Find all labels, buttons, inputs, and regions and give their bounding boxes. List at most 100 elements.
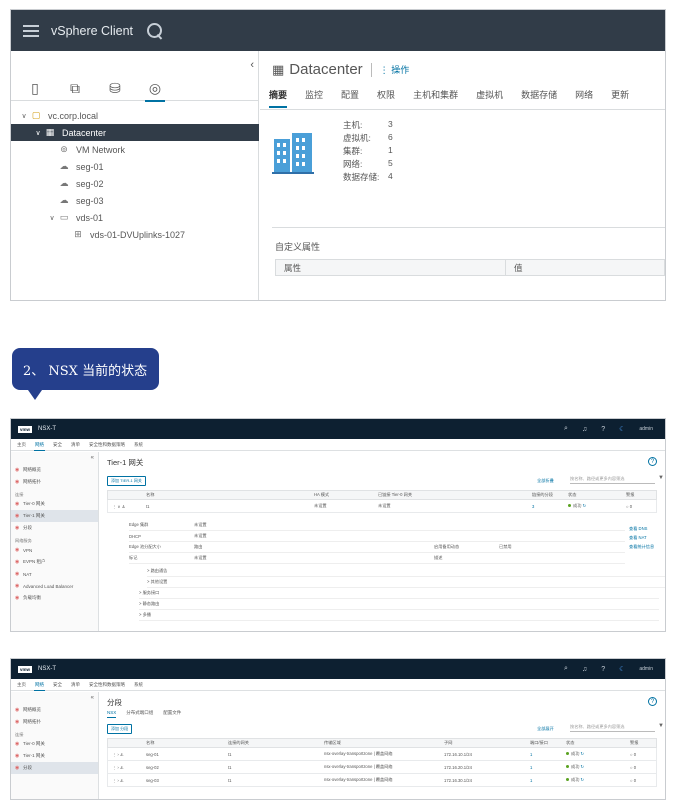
- sidebar-item[interactable]: ◉ Advanced Load Balancer: [11, 580, 98, 592]
- segments-subtab[interactable]: 分布式端口组: [126, 710, 153, 716]
- tree-node[interactable]: ☁ seg-01: [11, 158, 259, 175]
- top-nav-item[interactable]: 安全: [53, 682, 62, 690]
- section-expander[interactable]: > 多播: [139, 610, 659, 621]
- hamburger-menu-icon[interactable]: [23, 24, 39, 37]
- section-expander[interactable]: > 路由通告: [147, 566, 665, 577]
- vms-templates-tab-icon[interactable]: ⧉: [55, 75, 95, 101]
- row-segments[interactable]: 3: [528, 504, 564, 509]
- tree-node[interactable]: ∨ ▦ Datacenter: [11, 124, 259, 141]
- sidebar-item[interactable]: ◉ Tier-1 网关: [11, 750, 98, 762]
- top-nav-item[interactable]: 安全性和数据策略: [89, 442, 125, 450]
- detail-side-link[interactable]: 查看 NAT: [629, 535, 647, 541]
- sidebar-item[interactable]: ◉ 网络拓扑: [11, 476, 98, 488]
- collapse-all-link[interactable]: 全部折叠: [537, 478, 554, 484]
- object-tab[interactable]: 更新: [611, 88, 629, 104]
- tree-node[interactable]: ☁ seg-02: [11, 175, 259, 192]
- sidebar-item[interactable]: ◉ 分段: [11, 762, 98, 774]
- help-circle-icon[interactable]: ?: [648, 697, 657, 706]
- chevron-down-icon[interactable]: ∨: [47, 214, 57, 222]
- tree-node[interactable]: ☁ seg-03: [11, 192, 259, 209]
- collapse-chevron-icon[interactable]: «: [91, 695, 94, 701]
- filter-input[interactable]: 按名称、路径或更多内容筛选: [570, 476, 655, 484]
- help-icon[interactable]: ?: [601, 426, 605, 433]
- add-segment-button[interactable]: 添加 分段: [107, 724, 133, 734]
- sidebar-item[interactable]: ◉ 负载均衡: [11, 592, 98, 604]
- object-tab[interactable]: 摘要: [269, 88, 288, 108]
- row-ports[interactable]: 1: [526, 765, 562, 770]
- chevron-down-icon[interactable]: ∨: [33, 129, 43, 137]
- bell-icon[interactable]: ♫: [582, 426, 587, 433]
- tree-node[interactable]: ∨ ▭ vds-01: [11, 209, 259, 226]
- sidebar-item[interactable]: ◉ Tier-0 网关: [11, 498, 98, 510]
- column-header[interactable]: 警报: [626, 740, 656, 746]
- sidebar-item[interactable]: ◉ NAT: [11, 568, 98, 580]
- column-header-attribute[interactable]: 属性: [276, 260, 506, 275]
- column-header[interactable]: 链接的分段: [528, 492, 564, 498]
- tree-node[interactable]: ∨ ▢ vc.corp.local: [11, 107, 259, 124]
- actions-menu[interactable]: ⋮ 操作: [380, 63, 410, 76]
- column-header[interactable]: 连接的网关: [224, 740, 320, 746]
- help-icon[interactable]: ?: [601, 666, 605, 673]
- row-controls[interactable]: ⋮ › ⚓: [108, 752, 142, 757]
- sidebar-item[interactable]: ◉ Tier-0 网关: [11, 738, 98, 750]
- top-nav-item[interactable]: 清单: [71, 682, 80, 690]
- column-header[interactable]: 端口/接口: [526, 740, 562, 746]
- detail-side-link[interactable]: 查看 DNS: [629, 526, 647, 532]
- top-nav-item[interactable]: 系统: [134, 442, 143, 450]
- object-tab[interactable]: 监控: [305, 88, 323, 104]
- top-nav-item[interactable]: 系统: [134, 682, 143, 690]
- sidebar-item[interactable]: ◉ VPN: [11, 544, 98, 556]
- detail-side-link[interactable]: 查看统计信息: [629, 544, 654, 550]
- column-header[interactable]: 已链接 Tier-0 网关: [374, 492, 528, 498]
- top-nav-item[interactable]: 网络: [34, 442, 45, 451]
- top-nav-item[interactable]: 主页: [17, 442, 26, 450]
- user-menu[interactable]: admin: [639, 666, 653, 672]
- search-icon[interactable]: ⌕: [564, 425, 568, 433]
- row-ports[interactable]: 1: [526, 778, 562, 783]
- refresh-icon[interactable]: ↻: [579, 764, 585, 769]
- tree-node[interactable]: ⊞ vds-01-DVUplinks-1027: [11, 226, 259, 243]
- storage-tab-icon[interactable]: ⛁: [95, 75, 135, 101]
- bell-icon[interactable]: ♫: [582, 666, 587, 673]
- sidebar-item[interactable]: ◉ EVPN 租户: [11, 556, 98, 568]
- table-row[interactable]: ⋮ › ⚓ seg-01 t1 nsx-overlay-transportzone |…: [107, 748, 657, 761]
- object-tab[interactable]: 权限: [377, 88, 395, 104]
- section-expander[interactable]: > 静态路由: [139, 599, 659, 610]
- object-tab[interactable]: 主机和集群: [413, 88, 458, 104]
- top-nav-item[interactable]: 主页: [17, 682, 26, 690]
- row-controls[interactable]: ⋮ › ⚓: [108, 778, 142, 783]
- column-header[interactable]: 状态: [562, 740, 626, 746]
- object-tab[interactable]: 配置: [341, 88, 359, 104]
- segments-subtab[interactable]: 配置文件: [163, 710, 181, 716]
- top-nav-item[interactable]: 安全: [53, 442, 62, 450]
- networking-tab-icon[interactable]: ◎: [135, 75, 175, 102]
- funnel-icon[interactable]: ▼: [658, 475, 664, 481]
- top-nav-item[interactable]: 清单: [71, 442, 80, 450]
- column-header[interactable]: 子网: [440, 740, 526, 746]
- column-header[interactable]: 状态: [564, 492, 622, 498]
- user-menu[interactable]: admin: [639, 426, 653, 432]
- top-nav-item[interactable]: 网络: [34, 682, 45, 691]
- tree-node[interactable]: ⊚ VM Network: [11, 141, 259, 158]
- table-row[interactable]: ⋮ › ⚓ seg-02 t1 nsx-overlay-transportzone |…: [107, 761, 657, 774]
- top-nav-item[interactable]: 安全性和数据策略: [89, 682, 125, 690]
- filter-input[interactable]: 按名称、路径或更多内容筛选: [570, 724, 655, 732]
- section-expander[interactable]: > 服务接口: [139, 588, 659, 599]
- column-header-value[interactable]: 值: [506, 262, 523, 274]
- help-circle-icon[interactable]: ?: [648, 457, 657, 466]
- sidebar-item[interactable]: ◉ Tier-1 网关: [11, 510, 98, 522]
- object-tab[interactable]: 网络: [575, 88, 593, 104]
- column-header[interactable]: HA 模式: [310, 492, 374, 498]
- add-tier1-gateway-button[interactable]: 添加 TIER-1 网关: [107, 476, 146, 486]
- column-header[interactable]: 名称: [142, 492, 310, 498]
- moon-icon[interactable]: ☾: [619, 665, 625, 673]
- hosts-clusters-tab-icon[interactable]: ▯: [15, 75, 55, 101]
- row-controls[interactable]: ⋮ › ⚓: [108, 765, 142, 770]
- section-expander[interactable]: > 其他设置: [147, 577, 665, 588]
- table-row[interactable]: ⋮ ∨ ⚓ t1 未设置 未设置 3 成功 ↻ ○ 0: [107, 500, 657, 513]
- funnel-icon[interactable]: ▼: [658, 723, 664, 729]
- row-controls[interactable]: ⋮ ∨ ⚓: [108, 504, 142, 509]
- object-tab[interactable]: 虚拟机: [476, 88, 503, 104]
- expand-all-link[interactable]: 全部展开: [537, 726, 554, 732]
- column-header[interactable]: 传输区域: [320, 740, 440, 746]
